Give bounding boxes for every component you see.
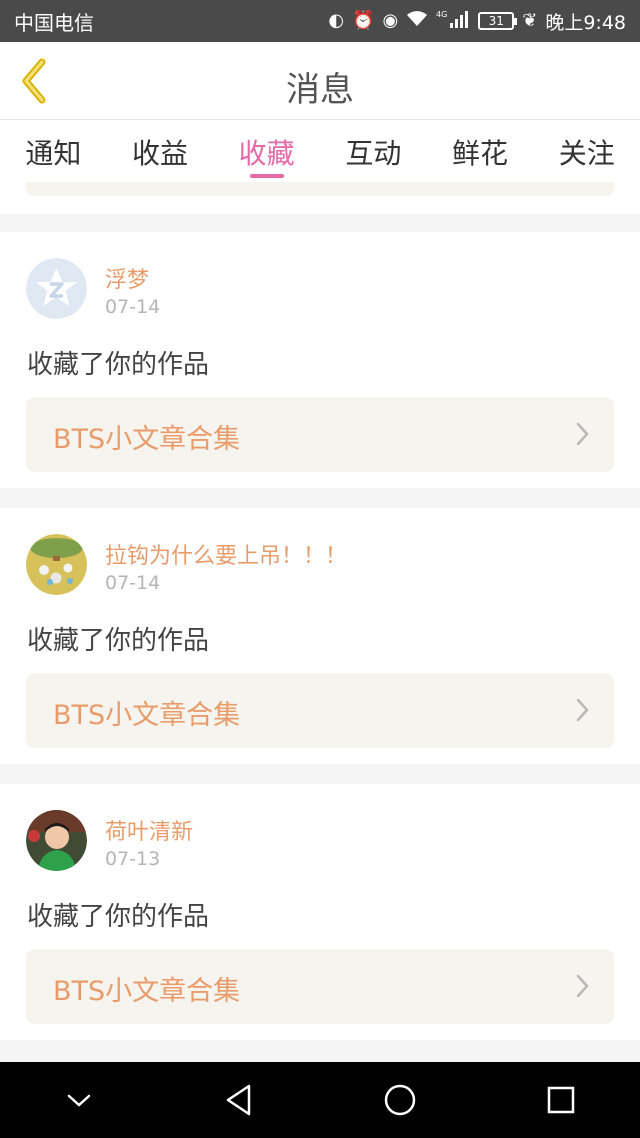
tab-bar: 通知 收益 收藏 互动 鲜花 关注 (0, 120, 640, 182)
recents-square-icon[interactable] (546, 1085, 576, 1115)
message-text: 收藏了你的作品 (27, 902, 210, 932)
list-item: 荷叶清新 07-13 收藏了你的作品 BTS小文章合集 (0, 784, 640, 1040)
message-date: 07-14 (105, 572, 161, 594)
child-photo-avatar[interactable] (26, 810, 87, 871)
work-link[interactable]: BTS小文章合集 (26, 949, 614, 1024)
status-icons: ◐ ⏰ ◉ 4G 31 ❦ 晚上9:48 (328, 8, 626, 35)
tab-follows[interactable]: 关注 (533, 120, 640, 182)
work-link[interactable]: BTS小文章合集 (26, 673, 614, 748)
message-text: 收藏了你的作品 (27, 626, 210, 656)
alarm-icon: ⏰ (352, 10, 375, 31)
signal-icon: 4G (436, 9, 470, 33)
game-avatar[interactable] (26, 534, 87, 595)
work-title: BTS小文章合集 (53, 700, 241, 731)
message-text: 收藏了你的作品 (27, 350, 210, 380)
leaf-icon: ❦ (522, 10, 538, 31)
work-title: BTS小文章合集 (53, 976, 241, 1007)
message-date: 07-14 (105, 296, 161, 318)
work-title: BTS小文章合集 (53, 424, 241, 455)
message-list: 浮梦 07-14 收藏了你的作品 BTS小文章合集 拉钩为什么要上吊！！！ 07… (0, 232, 640, 1060)
eye-icon: ◉ (382, 10, 399, 31)
battery-icon: 31 (478, 12, 518, 30)
svg-text:4G: 4G (436, 10, 447, 19)
tab-notifications[interactable]: 通知 (0, 120, 107, 182)
clock: 晚上9:48 (545, 11, 626, 34)
status-bar: 中国电信 ◐ ⏰ ◉ 4G 31 ❦ 晚上9:48 (0, 0, 640, 42)
work-link[interactable]: BTS小文章合集 (26, 397, 614, 472)
battery-level: 31 (488, 14, 504, 28)
system-nav-bar (0, 1062, 640, 1138)
hide-keyboard-button[interactable] (64, 1090, 94, 1110)
wifi-icon (406, 10, 428, 32)
hd-call-icon: ◐ (328, 10, 345, 31)
list-item-partial (0, 182, 640, 214)
tab-earnings[interactable]: 收益 (107, 120, 214, 182)
list-item: 浮梦 07-14 收藏了你的作品 BTS小文章合集 (0, 232, 640, 488)
back-triangle-icon[interactable] (223, 1083, 255, 1117)
work-link-partial[interactable] (26, 182, 614, 196)
tab-flowers[interactable]: 鲜花 (427, 120, 534, 182)
home-circle-icon[interactable] (383, 1083, 417, 1117)
user-name[interactable]: 荷叶清新 (105, 814, 193, 846)
tab-favorites[interactable]: 收藏 (213, 120, 320, 182)
page-title: 消息 (286, 70, 354, 110)
chevron-right-icon (576, 974, 589, 998)
list-item: 拉钩为什么要上吊！！！ 07-14 收藏了你的作品 BTS小文章合集 (0, 508, 640, 764)
tab-interactions[interactable]: 互动 (320, 120, 427, 182)
carrier-label: 中国电信 (14, 10, 94, 35)
chevron-right-icon (576, 422, 589, 446)
default-avatar[interactable] (26, 258, 87, 319)
chevron-right-icon (576, 698, 589, 722)
message-date: 07-13 (105, 848, 161, 870)
user-name[interactable]: 浮梦 (105, 262, 149, 294)
header-bar: 消息 (0, 42, 640, 120)
user-name[interactable]: 拉钩为什么要上吊！！！ (105, 538, 347, 570)
